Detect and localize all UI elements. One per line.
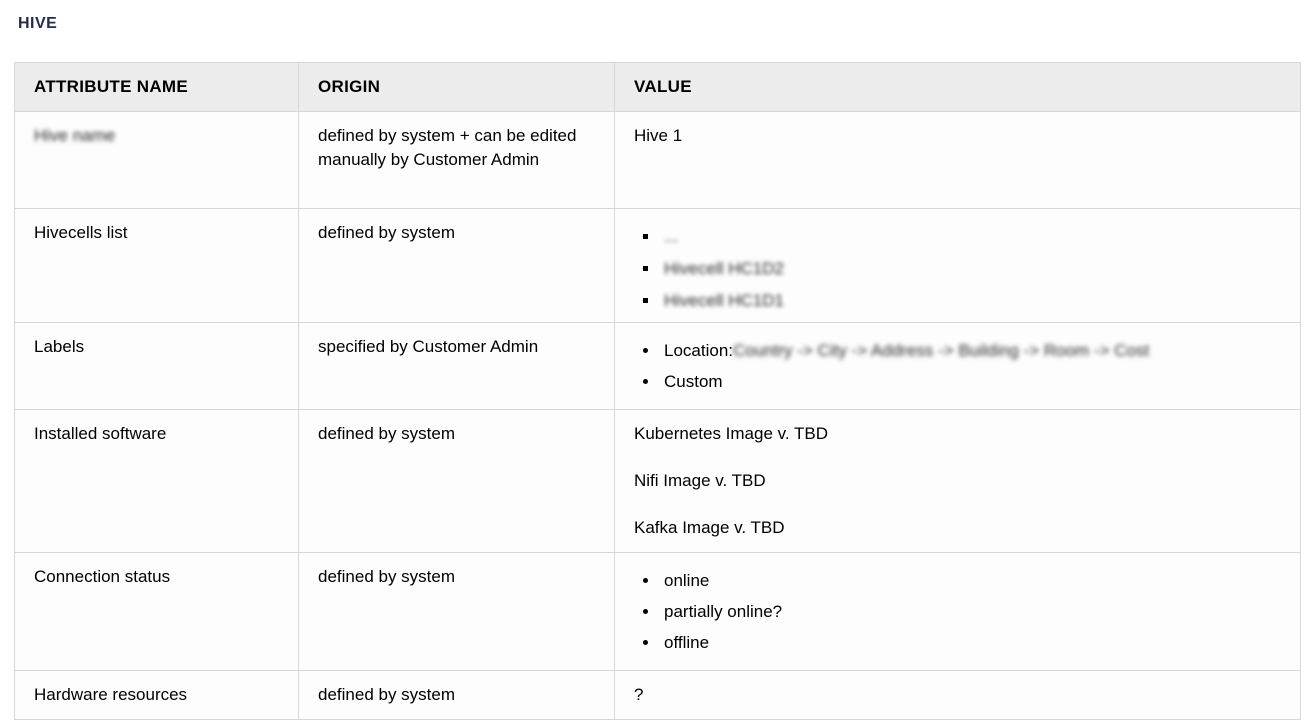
installed-software-lines: Kubernetes Image v. TBD Nifi Image v. TB… [634,422,1282,540]
cell-value: online partially online? offline [615,553,1301,671]
cell-attribute-name: Connection status [15,553,299,671]
cell-value: ... Hivecell HC1D2 Hivecell HC1D1 [615,209,1301,330]
redacted-hivecell-name: Hivecell HC1D2 [664,253,784,285]
list-item: Custom [660,366,1282,397]
software-line: Kafka Image v. TBD [634,516,1282,540]
table-row: Installed software defined by system Kub… [15,410,1301,553]
labels-list: Location:Country -> City -> Address -> B… [634,335,1282,397]
software-line: Nifi Image v. TBD [634,469,1282,493]
software-line: Kubernetes Image v. TBD [634,422,1282,446]
column-header-value: VALUE [615,63,1301,112]
hivecells-list: ... Hivecell HC1D2 Hivecell HC1D1 [634,221,1282,317]
cell-value: Kubernetes Image v. TBD Nifi Image v. TB… [615,410,1301,553]
cell-value: ? [615,671,1301,720]
cell-attribute-name: Labels [15,323,299,410]
cell-origin: defined by system + can be edited manual… [299,112,615,209]
list-item: ... [660,221,1282,253]
list-item: Hivecell HC1D1 [660,285,1282,317]
redacted-hivecell-name: ... [664,221,678,253]
cell-origin: specified by Customer Admin [299,323,615,410]
attributes-table-continued: Labels specified by Customer Admin Locat… [14,322,1301,720]
redacted-hivecell-name: Hivecell HC1D1 [664,285,784,317]
cell-attribute-name: Hivecells list [15,209,299,330]
cell-value: Hive 1 [615,112,1301,209]
connection-status-list: online partially online? offline [634,565,1282,658]
cell-attribute-name: Installed software [15,410,299,553]
table-row: Labels specified by Customer Admin Locat… [15,323,1301,410]
attributes-table-segment-bottom: Labels specified by Customer Admin Locat… [14,322,1300,720]
table-row: Connection status defined by system onli… [15,553,1301,671]
list-item: partially online? [660,596,1282,627]
cell-origin: defined by system [299,671,615,720]
cell-attribute-name: Hive name [15,112,299,209]
table-row: Hardware resources defined by system ? [15,671,1301,720]
label-location: Location: [664,341,733,360]
list-item: Hivecell HC1D2 [660,253,1282,285]
list-item: offline [660,627,1282,658]
list-item: online [660,565,1282,596]
redacted-attribute-name: Hive name [34,124,115,148]
attributes-table: ATTRIBUTE NAME ORIGIN VALUE Hive name de… [14,62,1301,330]
cell-origin: defined by system [299,553,615,671]
list-item: Location:Country -> City -> Address -> B… [660,335,1282,366]
cell-origin: defined by system [299,410,615,553]
column-header-origin: ORIGIN [299,63,615,112]
table-header-row: ATTRIBUTE NAME ORIGIN VALUE [15,63,1301,112]
cell-attribute-name: Hardware resources [15,671,299,720]
cell-origin: defined by system [299,209,615,330]
column-header-attribute-name: ATTRIBUTE NAME [15,63,299,112]
redacted-location-path: Country -> City -> Address -> Building -… [733,335,1149,366]
cell-value: Location:Country -> City -> Address -> B… [615,323,1301,410]
table-row: Hive name defined by system + can be edi… [15,112,1301,209]
table-row: Hivecells list defined by system ... Hiv… [15,209,1301,330]
attributes-table-segment-top: ATTRIBUTE NAME ORIGIN VALUE Hive name de… [14,62,1300,330]
page-title: HIVE [18,14,57,34]
